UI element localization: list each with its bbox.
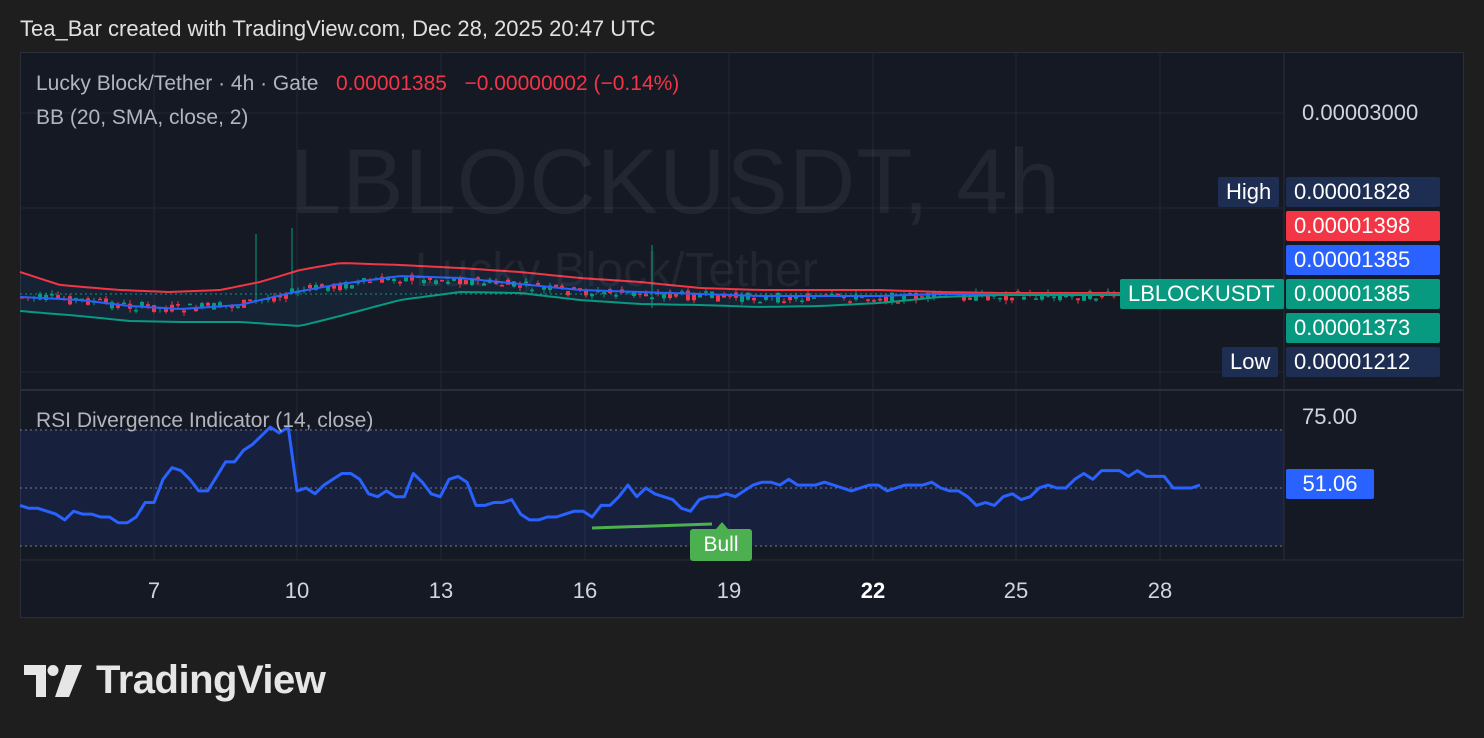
candle-body — [878, 298, 882, 301]
bb-lower-tag: 0.00001373 — [1286, 313, 1440, 343]
rsi-scale-top-label: 75.00 — [1302, 404, 1358, 429]
bull-divergence-label: Bull — [690, 522, 752, 561]
price-scale-top-label: 0.00003000 — [1302, 100, 1419, 125]
last-price-tag: 0.00001385 — [1286, 279, 1440, 309]
x-tick-label: 19 — [716, 578, 742, 603]
candle-body — [1040, 296, 1044, 300]
candle-body — [1010, 297, 1014, 301]
candle-body — [122, 302, 126, 305]
x-tick-label: 10 — [284, 578, 310, 603]
candle-body — [884, 296, 888, 302]
price-change-legend: −0.00000002 (−0.14%) — [464, 72, 680, 95]
x-tick-label: 13 — [428, 578, 454, 603]
watermark-ticker: LBLOCKUSDT, 4h — [290, 131, 1061, 233]
candle-body — [176, 304, 180, 306]
rsi-legend[interactable]: RSI Divergence Indicator (14, close) — [36, 409, 373, 433]
candle-body — [248, 299, 252, 301]
candle-body — [866, 299, 870, 301]
candle-body — [968, 297, 972, 300]
high-tag-label: High — [1218, 177, 1280, 207]
candle-body — [134, 310, 138, 312]
candle-body — [392, 278, 396, 282]
candle-body — [350, 285, 354, 289]
candle-body — [920, 296, 924, 298]
tradingview-logo-text: TradingView — [96, 658, 326, 702]
low-tag-value: 0.00001212 — [1286, 347, 1440, 377]
tradingview-logo-icon — [24, 664, 82, 697]
candle-body — [398, 281, 402, 284]
candle-body — [308, 284, 312, 289]
last-price-legend: 0.00001385 — [335, 72, 447, 95]
bb-upper-tag: 0.00001398 — [1286, 211, 1440, 241]
symbol-legend-title: Lucky Block/Tether · 4h · Gate — [36, 72, 319, 95]
candle-body — [1094, 298, 1098, 301]
candle-body — [896, 302, 900, 304]
tradingview-logo[interactable]: TradingView — [24, 658, 326, 703]
candle-body — [404, 277, 408, 282]
candle-body — [98, 298, 102, 301]
candle-body — [1076, 298, 1080, 301]
candle-body — [236, 306, 240, 308]
candle-body — [782, 301, 786, 303]
candle-body — [1052, 296, 1056, 299]
candle-body — [188, 303, 192, 306]
candle-body — [800, 300, 804, 302]
x-tick-label: 22 — [860, 578, 886, 603]
x-tick-label: 28 — [1147, 578, 1173, 603]
candle-body — [1034, 298, 1038, 300]
watermark-name: Lucky Block/Tether — [415, 244, 818, 297]
symbol-legend[interactable]: Lucky Block/Tether · 4h · Gate 0.0000138… — [36, 72, 679, 96]
low-tag-label: Low — [1222, 347, 1279, 377]
candle-body — [752, 297, 756, 301]
x-tick-label: 7 — [147, 578, 161, 603]
rsi-pane — [19, 425, 1284, 547]
candle-body — [368, 281, 372, 284]
x-tick-label: 16 — [572, 578, 598, 603]
candle-body — [872, 300, 876, 302]
candle-body — [146, 304, 150, 306]
candle-body — [758, 301, 762, 304]
symbol-tag-label: LBLOCKUSDT — [1120, 279, 1284, 309]
candle-body — [1022, 296, 1026, 300]
rsi-current-tag: 51.06 — [1286, 469, 1374, 499]
candle-body — [998, 297, 1002, 300]
x-tick-label: 25 — [1003, 578, 1029, 603]
candle-body — [182, 310, 186, 313]
candle-body — [104, 298, 108, 303]
high-tag-value: 0.00001828 — [1286, 177, 1440, 207]
candle-body — [206, 302, 210, 306]
bb-legend[interactable]: BB (20, SMA, close, 2) — [36, 106, 248, 130]
candle-body — [848, 301, 852, 303]
bb-basis-tag: 0.00001385 — [1286, 245, 1440, 275]
